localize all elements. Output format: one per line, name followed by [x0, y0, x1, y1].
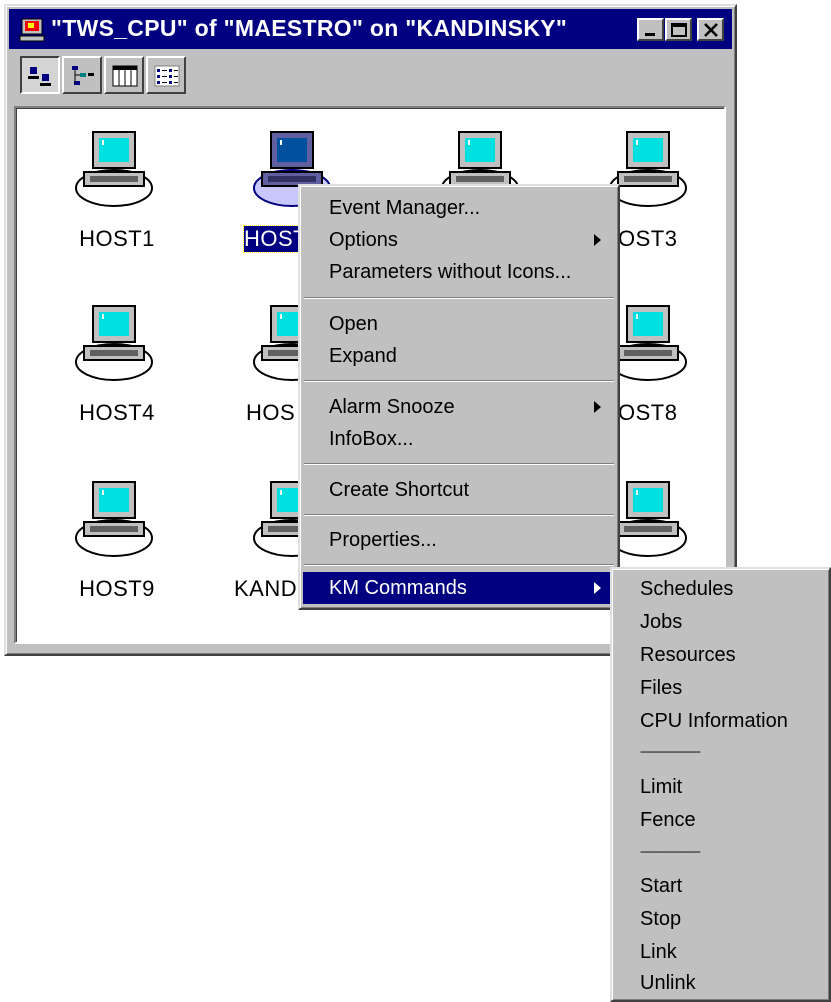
- submenu-item-files[interactable]: Files: [640, 674, 682, 702]
- computer-host-icon: [609, 131, 687, 207]
- menu-separator: [304, 380, 614, 382]
- grid-view-button[interactable]: [104, 56, 144, 94]
- submenu-item-jobs[interactable]: Jobs: [640, 608, 682, 636]
- grid-icon: [112, 65, 138, 87]
- submenu-arrow-icon: [594, 582, 601, 594]
- menu-item-expand[interactable]: Expand: [303, 340, 615, 372]
- menu-separator: [304, 297, 614, 299]
- menu-separator: [304, 564, 614, 566]
- submenu-item-link[interactable]: Link: [640, 938, 677, 966]
- maximize-button[interactable]: [665, 18, 692, 41]
- submenu-text-separator: --------------------: [640, 844, 701, 858]
- computer-host-icon: [75, 481, 153, 557]
- computer-host-icon: [609, 481, 687, 557]
- submenu-item-resources[interactable]: Resources: [640, 641, 736, 669]
- host-label: OST8: [618, 400, 678, 425]
- menu-item-options[interactable]: Options: [303, 224, 615, 256]
- monitor-app-icon[interactable]: [19, 17, 45, 43]
- computer-host-icon: [75, 305, 153, 381]
- details-view-button[interactable]: [146, 56, 186, 94]
- submenu-item-unlink[interactable]: Unlink: [640, 969, 696, 997]
- host-label: HOST4: [79, 400, 155, 425]
- submenu-arrow-icon: [594, 234, 601, 246]
- menu-item-parameters-without-icons[interactable]: Parameters without Icons...: [303, 256, 615, 288]
- menu-item-infobox[interactable]: InfoBox...: [303, 423, 615, 455]
- menu-item-km-commands[interactable]: KM Commands: [303, 572, 615, 604]
- minimize-button[interactable]: [637, 18, 664, 41]
- host-item[interactable]: HOST1: [62, 130, 172, 260]
- menu-item-properties[interactable]: Properties...: [303, 524, 615, 556]
- submenu-item-fence[interactable]: Fence: [640, 806, 696, 834]
- menu-item-open[interactable]: Open: [303, 308, 615, 340]
- submenu-item-stop[interactable]: Stop: [640, 905, 681, 933]
- host-label: HOST1: [79, 226, 155, 251]
- host-label: HOST9: [79, 576, 155, 601]
- computer-host-icon: [75, 131, 153, 207]
- large-icons-view-button[interactable]: [20, 56, 60, 94]
- computer-host-icon: [609, 305, 687, 381]
- menu-separator: [304, 514, 614, 516]
- submenu-item-schedules[interactable]: Schedules: [640, 575, 733, 603]
- submenu-text-separator: --------------------: [640, 744, 701, 758]
- host-item[interactable]: HOST9: [62, 480, 172, 610]
- tree-icon: [72, 66, 94, 85]
- submenu-item-limit[interactable]: Limit: [640, 773, 682, 801]
- close-icon: [704, 23, 718, 37]
- maximize-icon: [671, 23, 687, 37]
- menu-item-event-manager[interactable]: Event Manager...: [303, 192, 615, 224]
- menu-item-alarm-snooze[interactable]: Alarm Snooze: [303, 391, 615, 423]
- km-commands-submenu: Schedules Jobs Resources Files CPU Infor…: [610, 567, 831, 1002]
- tree-view-button[interactable]: [62, 56, 102, 94]
- details-list-icon: [154, 65, 180, 87]
- host-item[interactable]: HOST4: [62, 304, 172, 434]
- host-label: HOS: [246, 400, 296, 425]
- submenu-item-start[interactable]: Start: [640, 872, 682, 900]
- menu-separator: [304, 463, 614, 465]
- host-context-menu: Event Manager... Options Parameters with…: [298, 184, 620, 610]
- submenu-item-cpu-information[interactable]: CPU Information: [640, 707, 788, 735]
- submenu-arrow-icon: [594, 401, 601, 413]
- title-bar[interactable]: "TWS_CPU" of "MAESTRO" on "KANDINSKY": [9, 9, 732, 49]
- close-button[interactable]: [697, 18, 724, 41]
- window-title: "TWS_CPU" of "MAESTRO" on "KANDINSKY": [51, 15, 568, 41]
- menu-item-create-shortcut[interactable]: Create Shortcut: [303, 474, 615, 506]
- host-label: OST3: [618, 226, 678, 251]
- minimize-icon: [645, 33, 655, 36]
- large-icons-icon: [28, 67, 51, 86]
